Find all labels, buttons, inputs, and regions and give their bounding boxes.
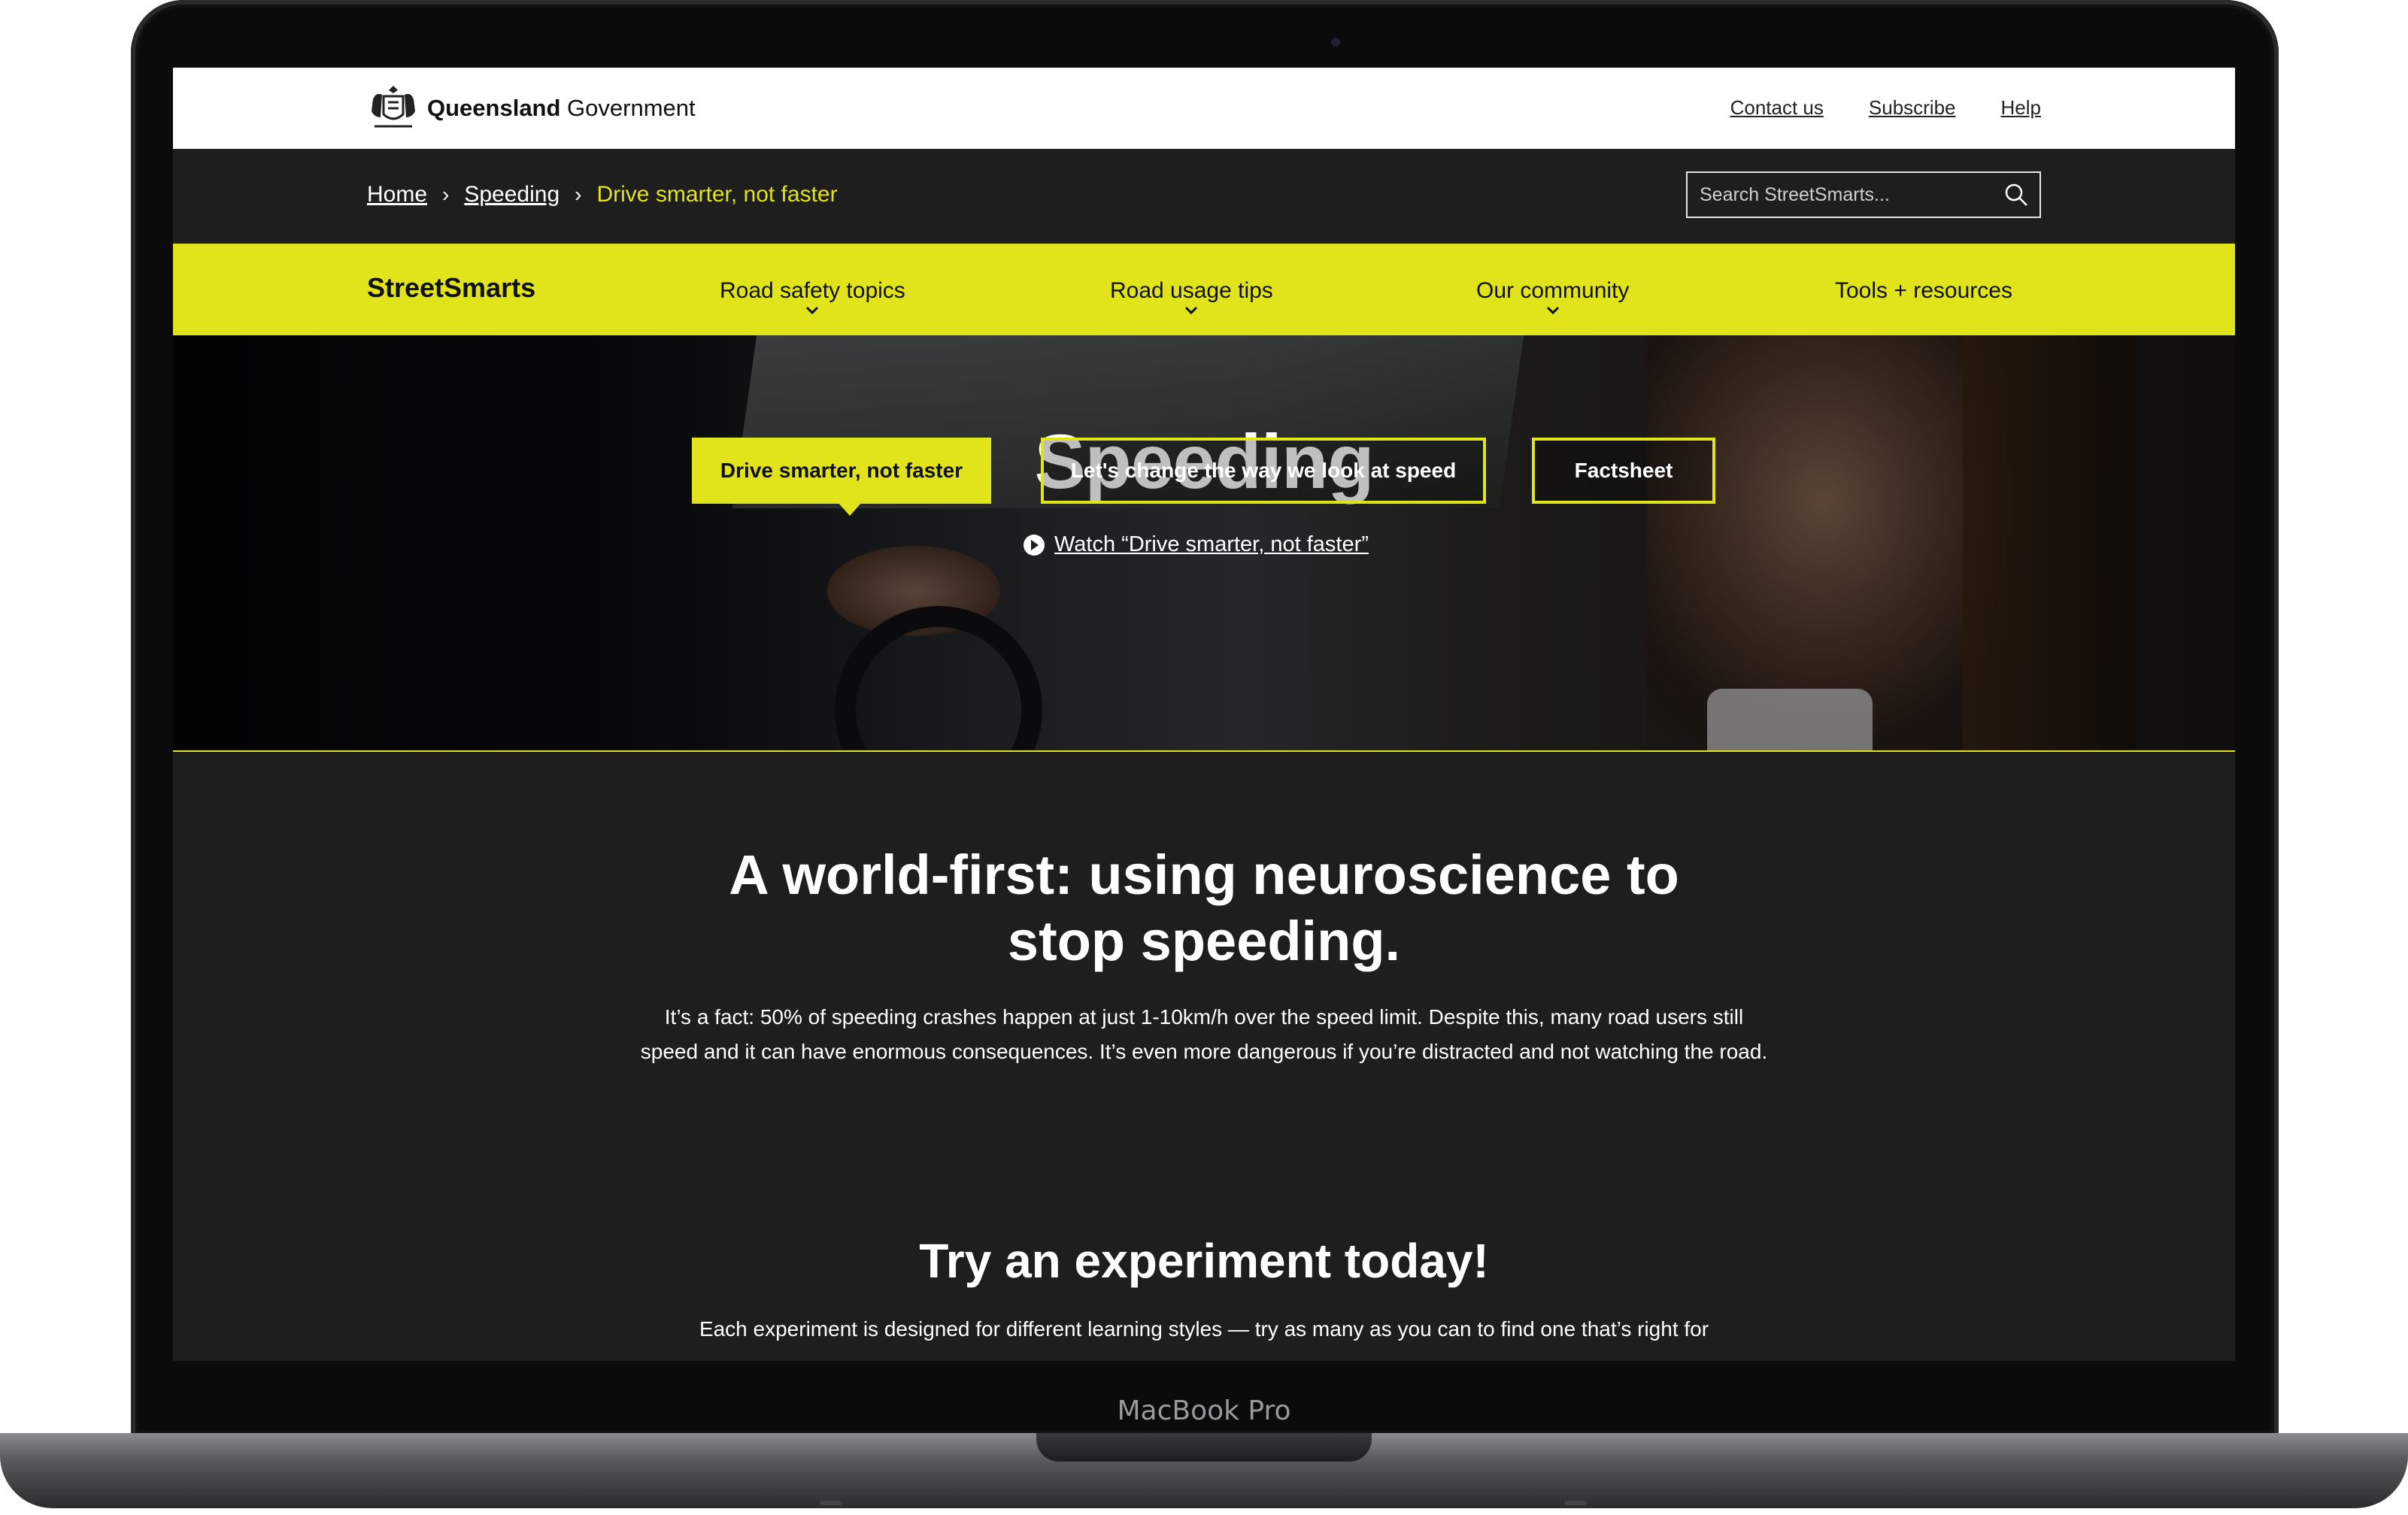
watch-video-link[interactable]: Watch “Drive smarter, not faster” [1023, 532, 1369, 557]
top-bar: Queensland Government Contact us Subscri… [173, 68, 2235, 149]
hero-banner: Speeding Watch “Drive smarter, not faste… [173, 335, 2235, 750]
chevron-right-icon: › [442, 183, 450, 206]
active-tab-pointer [838, 502, 862, 516]
main-nav: StreetSmarts Road safety topics Road usa… [173, 244, 2235, 335]
help-link[interactable]: Help [2001, 96, 2041, 120]
breadcrumb: Home › Speeding › Drive smarter, not fas… [367, 182, 838, 208]
section-paragraph: It’s a fact: 50% of speeding crashes hap… [640, 1005, 1768, 1063]
search-input[interactable] [1688, 173, 1988, 217]
nav-item-label: Our community [1476, 278, 1630, 303]
watch-video-label: Watch “Drive smarter, not faster” [1054, 532, 1369, 556]
breadcrumb-speeding[interactable]: Speeding [464, 182, 560, 208]
tab-drive-smarter[interactable]: Drive smarter, not faster [692, 438, 991, 504]
tab-factsheet[interactable]: Factsheet [1532, 438, 1715, 504]
camera-dot [1331, 38, 1340, 47]
laptop-hinge-notch [1036, 1433, 1372, 1462]
chevron-right-icon: › [575, 183, 582, 206]
breadcrumb-home[interactable]: Home [367, 182, 427, 208]
tab-change-the-way[interactable]: Let's change the way we look at speed [1041, 438, 1486, 504]
search-box [1686, 171, 2041, 218]
nav-item-our-community[interactable]: Our community [1476, 278, 1629, 316]
logo-text: Queensland Government [427, 95, 696, 121]
chevron-down-icon [806, 306, 819, 315]
nav-item-label: Tools + resources [1835, 278, 2012, 303]
chevron-down-icon [1546, 306, 1559, 315]
browser-screen: Queensland Government Contact us Subscri… [173, 68, 2235, 1361]
nav-item-label: Road usage tips [1110, 278, 1273, 303]
nav-item-tools-resources[interactable]: Tools + resources [1835, 278, 2012, 304]
nav-item-road-safety-topics[interactable]: Road safety topics [720, 278, 905, 316]
laptop-foot [820, 1501, 842, 1505]
nav-item-road-usage-tips[interactable]: Road usage tips [1110, 278, 1273, 316]
coat-of-arms-icon [372, 86, 415, 128]
site-brand[interactable]: StreetSmarts [367, 272, 535, 304]
search-icon[interactable] [2003, 182, 2029, 208]
device-label: MacBook Pro [1117, 1395, 1291, 1426]
breadcrumb-bar: Home › Speeding › Drive smarter, not fas… [173, 149, 2235, 244]
section-heading: A world-first: using neuroscience to sto… [729, 844, 1679, 972]
experiment-heading: Try an experiment today! [919, 1234, 1489, 1288]
subscribe-link[interactable]: Subscribe [1869, 96, 1956, 120]
chevron-down-icon [1185, 306, 1198, 315]
qld-gov-logo[interactable]: Queensland Government [367, 81, 696, 135]
main-content: A world-first: using neuroscience to sto… [173, 752, 2235, 1361]
experiment-paragraph: Each experiment is designed for differen… [699, 1317, 1709, 1341]
contact-us-link[interactable]: Contact us [1730, 96, 1824, 120]
breadcrumb-current: Drive smarter, not faster [596, 182, 838, 207]
nav-item-label: Road safety topics [720, 278, 905, 303]
laptop-foot [1564, 1501, 1587, 1505]
play-icon [1024, 534, 1045, 556]
utility-links: Contact us Subscribe Help [1730, 96, 2041, 120]
